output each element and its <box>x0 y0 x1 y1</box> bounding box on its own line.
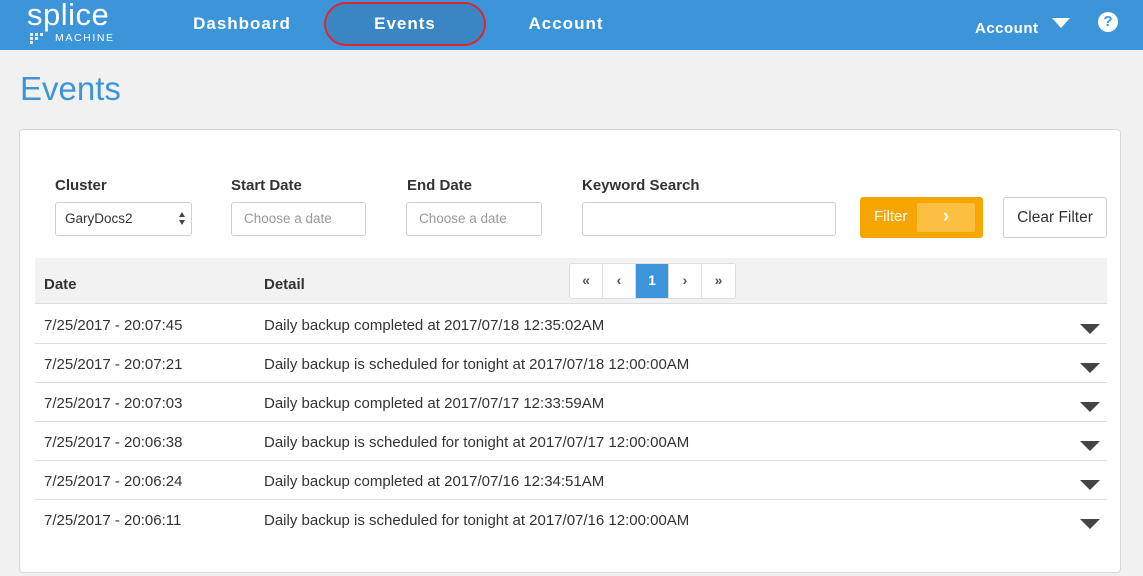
table-row[interactable]: 7/25/2017 - 20:07:21 Daily backup is sch… <box>35 344 1107 383</box>
column-header-date: Date <box>44 276 77 293</box>
start-date-label: Start Date <box>231 177 302 194</box>
expand-triangle-icon[interactable] <box>1080 402 1100 412</box>
cluster-label: Cluster <box>55 177 107 194</box>
row-detail: Daily backup is scheduled for tonight at… <box>264 512 690 529</box>
pager-last-button[interactable]: » <box>702 264 735 298</box>
splice-machine-logo[interactable]: splice MACHINE <box>27 0 137 50</box>
events-panel: Cluster Start Date End Date Keyword Sear… <box>19 129 1121 573</box>
table-row[interactable]: 7/25/2017 - 20:06:11 Daily backup is sch… <box>35 500 1107 539</box>
row-date: 7/25/2017 - 20:06:38 <box>44 434 183 451</box>
row-date: 7/25/2017 - 20:06:11 <box>44 512 182 529</box>
pager-prev-button[interactable]: ‹ <box>603 264 636 298</box>
nav-dashboard[interactable]: Dashboard <box>178 0 306 50</box>
expand-triangle-icon[interactable] <box>1080 363 1100 373</box>
keyword-search-label: Keyword Search <box>582 177 700 194</box>
help-icon[interactable]: ? <box>1098 12 1118 32</box>
end-date-label: End Date <box>407 177 473 194</box>
top-nav-bar: splice MACHINE Dashboard Events Account … <box>0 0 1143 50</box>
pager-next-button[interactable]: › <box>669 264 702 298</box>
filter-button[interactable]: Filter › <box>860 197 983 238</box>
column-header-detail: Detail <box>264 276 305 293</box>
page-title: Events <box>20 70 121 107</box>
cluster-select[interactable]: GaryDocs2 <box>55 202 192 236</box>
nav-events[interactable]: Events <box>324 0 486 50</box>
start-date-input[interactable]: Choose a date <box>231 202 366 236</box>
row-date: 7/25/2017 - 20:07:03 <box>44 395 183 412</box>
row-date: 7/25/2017 - 20:07:45 <box>44 317 183 334</box>
row-detail: Daily backup completed at 2017/07/16 12:… <box>264 473 605 490</box>
row-date: 7/25/2017 - 20:06:24 <box>44 473 183 490</box>
pager-first-button[interactable]: « <box>570 264 603 298</box>
table-row[interactable]: 7/25/2017 - 20:07:45 Daily backup comple… <box>35 305 1107 344</box>
nav-events-label: Events <box>374 14 436 33</box>
nav-account[interactable]: Account <box>510 0 622 50</box>
expand-triangle-icon[interactable] <box>1080 519 1100 529</box>
pagination: « ‹ 1 › » <box>569 263 736 299</box>
row-detail: Daily backup is scheduled for tonight at… <box>264 434 690 451</box>
expand-triangle-icon[interactable] <box>1080 324 1100 334</box>
logo-subtitle: MACHINE <box>55 32 115 44</box>
row-date: 7/25/2017 - 20:07:21 <box>44 356 183 373</box>
filter-button-label: Filter <box>874 208 908 225</box>
expand-triangle-icon[interactable] <box>1080 480 1100 490</box>
table-row[interactable]: 7/25/2017 - 20:06:24 Daily backup comple… <box>35 461 1107 500</box>
row-detail: Daily backup completed at 2017/07/18 12:… <box>264 317 605 334</box>
expand-triangle-icon[interactable] <box>1080 441 1100 451</box>
chevron-down-icon[interactable] <box>1052 18 1070 28</box>
clear-filter-button[interactable]: Clear Filter <box>1003 197 1107 238</box>
account-menu[interactable]: Account <box>975 20 1039 37</box>
table-row[interactable]: 7/25/2017 - 20:07:03 Daily backup comple… <box>35 383 1107 422</box>
row-detail: Daily backup completed at 2017/07/17 12:… <box>264 395 605 412</box>
table-row[interactable]: 7/25/2017 - 20:06:38 Daily backup is sch… <box>35 422 1107 461</box>
row-detail: Daily backup is scheduled for tonight at… <box>264 356 690 373</box>
end-date-input[interactable]: Choose a date <box>406 202 542 236</box>
logo-dots-icon <box>30 33 52 45</box>
logo-wordmark: splice <box>27 0 110 32</box>
pager-page-1[interactable]: 1 <box>636 264 669 298</box>
chevron-right-icon: › <box>917 203 975 232</box>
cluster-select-value: GaryDocs2 <box>65 211 133 226</box>
keyword-search-input[interactable] <box>582 202 836 236</box>
select-arrows-icon <box>179 212 185 226</box>
